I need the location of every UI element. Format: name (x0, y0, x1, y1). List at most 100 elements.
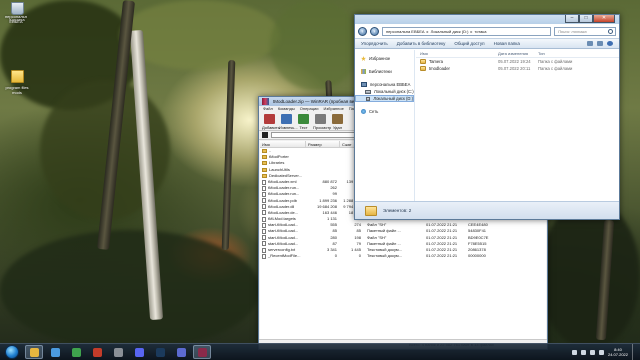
nav-drive-d[interactable]: Локальный диск (D:) (355, 95, 414, 102)
app-8-icon (176, 347, 186, 357)
taskbar-winrar-app[interactable] (193, 345, 211, 359)
file-icon (262, 235, 266, 241)
archive-row[interactable]: _RecentModFile... 0 0 Текстовый докум... 01.… (260, 253, 546, 259)
column-date-modified[interactable]: Дата изменения (498, 51, 538, 56)
nav-libraries[interactable]: Библиотеки (355, 68, 414, 75)
close-button[interactable]: ✕ (593, 15, 615, 23)
breadcrumb-item[interactable]: Локальный диск (D:) (431, 29, 469, 34)
nav-favorites[interactable]: Избранное (355, 55, 414, 62)
menu-file[interactable]: Файл (263, 106, 273, 112)
test-button[interactable]: Тест (296, 114, 311, 130)
nav-computer[interactable]: персональна ЕВБЕА (355, 81, 414, 88)
extract-button[interactable]: Извлечь... (279, 114, 298, 130)
forward-arrow-icon[interactable]: › (370, 26, 379, 36)
explorer-window[interactable]: – □ ✕ ‹ › персональна ЕВБЕА ▸ Локальный … (354, 14, 620, 220)
window-controls: – □ ✕ (565, 15, 615, 23)
folder-icon (10, 70, 24, 83)
nav-label: Локальный диск (C:) (374, 89, 414, 94)
column-name[interactable]: Имя (260, 141, 306, 147)
add-archive-icon (264, 114, 275, 124)
breadcrumb-separator-icon: ▸ (426, 28, 429, 34)
file-icon (262, 198, 266, 204)
breadcrumb-separator-icon: ▸ (470, 28, 473, 34)
file-name: tmodloader (429, 66, 450, 71)
taskbar-media-player-app[interactable] (46, 345, 64, 359)
add-to-library-button[interactable]: Добавить в библиотеку (397, 41, 446, 46)
start-button[interactable] (5, 345, 19, 359)
taskbar-steam-app[interactable] (151, 345, 169, 359)
toolbar-label: Просмотр (313, 125, 332, 130)
taskbar-explorer-app[interactable] (25, 345, 43, 359)
help-icon[interactable] (607, 41, 613, 46)
network-status-icon[interactable] (589, 349, 595, 355)
view-options-icon[interactable] (587, 41, 593, 46)
preview-pane-icon[interactable] (597, 41, 603, 46)
taskbar-app-4[interactable] (88, 345, 106, 359)
desktop-icon-label: ЕВБЕА (9, 19, 23, 24)
star-icon (361, 56, 366, 61)
drive-icon (366, 96, 371, 101)
show-hidden-icons-icon[interactable] (580, 349, 586, 355)
taskbar-apps (25, 345, 211, 359)
test-icon (298, 114, 309, 124)
file-row[interactable]: tmodloader 05.07.2022 20:11 Папка с файл… (416, 65, 619, 72)
file-icon (262, 204, 266, 210)
show-desktop-button[interactable] (632, 343, 636, 360)
breadcrumb-item[interactable]: тотака (474, 29, 486, 34)
volume-icon[interactable] (598, 349, 604, 355)
taskbar-discord-app[interactable] (130, 345, 148, 359)
column-name[interactable]: Имя (420, 51, 498, 56)
organize-button[interactable]: Упорядочить (361, 41, 388, 46)
delete-button[interactable]: Удал (330, 114, 345, 130)
language-icon[interactable] (571, 349, 577, 355)
view-button[interactable]: Просмотр (313, 114, 332, 130)
explorer-details-pane: Элементов: 2 (355, 201, 619, 219)
file-row[interactable]: Tamera 05.07.2022 19:24 Папка с файлами (416, 58, 619, 65)
minimize-button[interactable]: – (565, 15, 579, 23)
up-folder-icon[interactable] (262, 132, 268, 138)
entry-packed: 0 (358, 253, 361, 259)
nav-label: Сеть (369, 109, 379, 114)
column-size[interactable]: Размер (306, 141, 340, 147)
nav-network[interactable]: Сеть (355, 108, 414, 115)
file-icon (262, 179, 266, 185)
search-input[interactable]: Поиск: тотака (554, 26, 616, 36)
menu-favorites[interactable]: Избранное (324, 106, 344, 112)
file-pane[interactable]: Имя Дата изменения Тип Tamera 05.07.2022… (416, 50, 619, 201)
taskbar-chrome-app[interactable] (67, 345, 85, 359)
toolbar-label: Тест (299, 125, 308, 130)
winrar-app-icon (262, 98, 269, 105)
file-icon (262, 216, 266, 222)
explorer-app-icon (29, 347, 39, 357)
breadcrumb-item[interactable]: персональна ЕВБЕА (386, 29, 425, 34)
entry-crc: 00000000 (468, 253, 486, 259)
folder-icon (262, 149, 267, 154)
address-bar[interactable]: персональна ЕВБЕА ▸ Локальный диск (D:) … (382, 26, 551, 36)
share-button[interactable]: Общий доступ (454, 41, 484, 46)
taskbar-app-8[interactable] (172, 345, 190, 359)
nav-drive-c[interactable]: Локальный диск (C:) (355, 88, 414, 95)
clock[interactable]: 8:40 24.07.2022 (608, 347, 628, 357)
foliage (270, 0, 360, 90)
taskbar-app-5[interactable] (109, 345, 127, 359)
file-icon (262, 191, 266, 197)
file-type: Папка с файлами (538, 59, 573, 64)
add-button[interactable]: Добавить (262, 114, 280, 130)
desktop-icon-program-files-mods[interactable]: program files mods (1, 70, 33, 95)
item-count: Элементов: 2 (383, 208, 412, 213)
discord-app-icon (134, 347, 144, 357)
menu-operations[interactable]: Операции (300, 106, 319, 112)
column-type[interactable]: Тип (538, 51, 588, 56)
winrar-app-icon (197, 347, 207, 357)
new-folder-button[interactable]: Новая папка (494, 41, 520, 46)
app-5-icon (113, 347, 123, 357)
back-arrow-icon[interactable]: ‹ (358, 26, 367, 36)
maximize-button[interactable]: □ (579, 15, 593, 23)
entry-size: 0 (334, 253, 337, 259)
entry-name-text: _RecentModFile... (268, 253, 301, 259)
file-icon (262, 185, 266, 191)
menu-commands[interactable]: Команды (278, 106, 295, 112)
chrome-app-icon (71, 347, 81, 357)
search-icon (608, 28, 613, 34)
desktop-icon-user-folder[interactable]: персональн ЕВБЕА (0, 4, 32, 24)
